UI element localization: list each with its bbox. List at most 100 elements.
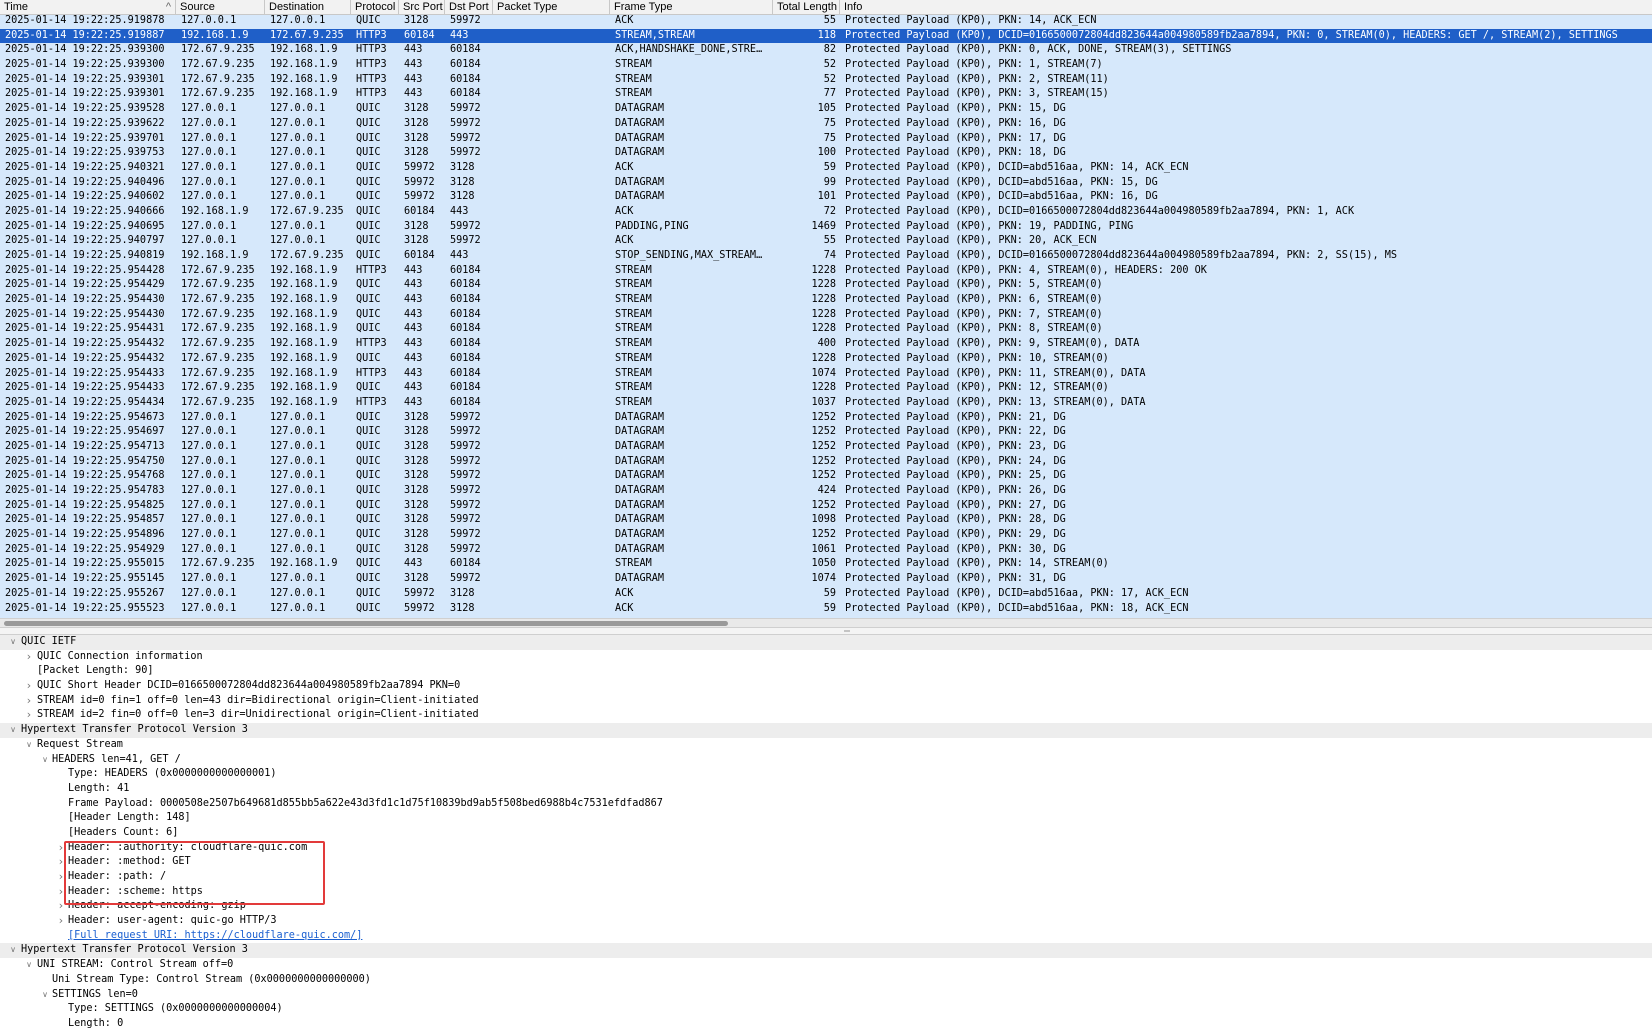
column-header-source[interactable]: Source: [176, 0, 265, 14]
packet-row[interactable]: 2025-01-14 19:22:25.954825 127.0.0.1 127.0…: [0, 499, 1652, 514]
details-section[interactable]: ∨ Hypertext Transfer Protocol Version 3: [0, 943, 1652, 959]
details-line[interactable]: Type: HEADERS (0x0000000000000001): [0, 767, 1652, 782]
packet-row[interactable]: 2025-01-14 19:22:25.954857 127.0.0.1 127.0…: [0, 513, 1652, 528]
packet-row[interactable]: 2025-01-14 19:22:25.955267 127.0.0.1 127.0…: [0, 587, 1652, 602]
column-header-packet-type[interactable]: Packet Type: [493, 0, 610, 14]
column-header-time[interactable]: Time ^: [0, 0, 176, 14]
details-line[interactable]: Uni Stream Type: Control Stream (0x00000…: [0, 973, 1652, 988]
details-line[interactable]: ∨ HEADERS len=41, GET /: [0, 753, 1652, 768]
expand-chevron-icon[interactable]: ∨: [8, 943, 18, 958]
expand-chevron-icon[interactable]: ∨: [8, 635, 18, 650]
packet-row[interactable]: 2025-01-14 19:22:25.955145 127.0.0.1 127.0…: [0, 572, 1652, 587]
packet-row[interactable]: 2025-01-14 19:22:25.954713 127.0.0.1 127.0…: [0, 440, 1652, 455]
details-line[interactable]: Type: SETTINGS (0x0000000000000004): [0, 1002, 1652, 1017]
details-line[interactable]: [Packet Length: 90]: [0, 664, 1652, 679]
scrollbar-thumb[interactable]: [4, 621, 728, 626]
packet-row[interactable]: 2025-01-14 19:22:25.955523 127.0.0.1 127.0…: [0, 602, 1652, 617]
packet-row[interactable]: 2025-01-14 19:22:25.939301 172.67.9.235 19…: [0, 87, 1652, 102]
packet-row[interactable]: 2025-01-14 19:22:25.955015 172.67.9.235 19…: [0, 557, 1652, 572]
packet-row[interactable]: 2025-01-14 19:22:25.954434 172.67.9.235 19…: [0, 396, 1652, 411]
column-header-info[interactable]: Info: [840, 0, 1652, 14]
column-header-src-port[interactable]: Src Port: [399, 0, 445, 14]
details-line[interactable]: › Header: :method: GET: [0, 855, 1652, 870]
details-line[interactable]: [Header Length: 148]: [0, 811, 1652, 826]
details-line[interactable]: › Header: user-agent: quic-go HTTP/3: [0, 914, 1652, 929]
collapse-chevron-icon[interactable]: ›: [24, 708, 34, 723]
packet-row[interactable]: 2025-01-14 19:22:25.954433 172.67.9.235 19…: [0, 367, 1652, 382]
column-header-destination[interactable]: Destination: [265, 0, 351, 14]
packet-row[interactable]: 2025-01-14 19:22:25.939753 127.0.0.1 127.0…: [0, 146, 1652, 161]
packet-row[interactable]: 2025-01-14 19:22:25.954432 172.67.9.235 19…: [0, 352, 1652, 367]
packet-row[interactable]: 2025-01-14 19:22:25.940695 127.0.0.1 127.0…: [0, 220, 1652, 235]
details-line[interactable]: › Header: :scheme: https: [0, 885, 1652, 900]
packet-row[interactable]: 2025-01-14 19:22:25.954428 172.67.9.235 19…: [0, 264, 1652, 279]
column-header-dst-port[interactable]: Dst Port: [445, 0, 493, 14]
expand-chevron-icon[interactable]: ∨: [8, 723, 18, 738]
packet-list-horizontal-scrollbar[interactable]: [0, 618, 1652, 627]
packet-row[interactable]: 2025-01-14 19:22:25.954929 127.0.0.1 127.0…: [0, 543, 1652, 558]
details-line[interactable]: Length: 41: [0, 782, 1652, 797]
packet-row[interactable]: 2025-01-14 19:22:25.954783 127.0.0.1 127.0…: [0, 484, 1652, 499]
packet-row[interactable]: 2025-01-14 19:22:25.954768 127.0.0.1 127.0…: [0, 469, 1652, 484]
packet-row[interactable]: 2025-01-14 19:22:25.954431 172.67.9.235 19…: [0, 322, 1652, 337]
packet-row[interactable]: 2025-01-14 19:22:25.940819 192.168.1.9 172…: [0, 249, 1652, 264]
details-line[interactable]: ∨ UNI STREAM: Control Stream off=0: [0, 958, 1652, 973]
packet-row[interactable]: 2025-01-14 19:22:25.940321 127.0.0.1 127.0…: [0, 161, 1652, 176]
packet-row[interactable]: 2025-01-14 19:22:25.954697 127.0.0.1 127.0…: [0, 425, 1652, 440]
details-line[interactable]: Length: 0: [0, 1017, 1652, 1032]
packet-row[interactable]: 2025-01-14 19:22:25.954896 127.0.0.1 127.0…: [0, 528, 1652, 543]
details-line[interactable]: › STREAM id=0 fin=1 off=0 len=43 dir=Bidi…: [0, 694, 1652, 709]
packet-row[interactable]: 2025-01-14 19:22:25.954750 127.0.0.1 127.0…: [0, 455, 1652, 470]
details-line[interactable]: ∨ Request Stream: [0, 738, 1652, 753]
packet-row[interactable]: 2025-01-14 19:22:25.954430 172.67.9.235 19…: [0, 308, 1652, 323]
packet-row-selected[interactable]: 2025-01-14 19:22:25.919887 192.168.1.9 172…: [0, 28, 1652, 44]
details-line[interactable]: ∨ SETTINGS len=0: [0, 988, 1652, 1003]
expand-chevron-icon[interactable]: ∨: [24, 958, 34, 973]
packet-row[interactable]: 2025-01-14 19:22:25.919878 127.0.0.1 127.0…: [0, 14, 1652, 29]
collapse-chevron-icon[interactable]: ›: [24, 650, 34, 665]
collapse-chevron-icon[interactable]: ›: [24, 679, 34, 694]
expand-chevron-icon[interactable]: ∨: [40, 753, 50, 768]
packet-row[interactable]: 2025-01-14 19:22:25.940602 127.0.0.1 127.0…: [0, 190, 1652, 205]
full-request-uri-link[interactable]: [Full request URI: https://cloudflare-qu…: [68, 929, 362, 944]
details-line[interactable]: › QUIC Connection information: [0, 650, 1652, 665]
details-section[interactable]: ∨ Hypertext Transfer Protocol Version 3: [0, 723, 1652, 738]
packet-row[interactable]: 2025-01-14 19:22:25.940666 192.168.1.9 172…: [0, 205, 1652, 220]
packet-row[interactable]: 2025-01-14 19:22:25.954432 172.67.9.235 19…: [0, 337, 1652, 352]
collapse-chevron-icon[interactable]: ›: [56, 914, 66, 929]
pane-splitter[interactable]: [0, 627, 1652, 635]
expand-chevron-icon[interactable]: ∨: [40, 988, 50, 1003]
collapse-chevron-icon[interactable]: ›: [56, 841, 66, 856]
packet-row[interactable]: 2025-01-14 19:22:25.954429 172.67.9.235 19…: [0, 278, 1652, 293]
packet-row[interactable]: 2025-01-14 19:22:25.939528 127.0.0.1 127.0…: [0, 102, 1652, 117]
collapse-chevron-icon[interactable]: ›: [56, 899, 66, 914]
collapse-chevron-icon[interactable]: ›: [24, 694, 34, 709]
details-line[interactable]: › Header: :authority: cloudflare-quic.com: [0, 841, 1652, 856]
packet-row[interactable]: 2025-01-14 19:22:25.954433 172.67.9.235 19…: [0, 381, 1652, 396]
packet-row[interactable]: 2025-01-14 19:22:25.940797 127.0.0.1 127.0…: [0, 234, 1652, 249]
details-line[interactable]: › Header: :path: /: [0, 870, 1652, 885]
details-line[interactable]: [Headers Count: 6]: [0, 826, 1652, 841]
details-line[interactable]: › Header: accept-encoding: gzip: [0, 899, 1652, 914]
collapse-chevron-icon[interactable]: ›: [56, 855, 66, 870]
packet-row[interactable]: 2025-01-14 19:22:25.939622 127.0.0.1 127.0…: [0, 117, 1652, 132]
details-line[interactable]: › STREAM id=2 fin=0 off=0 len=3 dir=Unidi…: [0, 708, 1652, 723]
packet-row[interactable]: 2025-01-14 19:22:25.939300 172.67.9.235 19…: [0, 43, 1652, 58]
packet-row[interactable]: 2025-01-14 19:22:25.939301 172.67.9.235 19…: [0, 73, 1652, 88]
column-header-frame-type[interactable]: Frame Type: [610, 0, 773, 14]
cell-packet-type: [493, 117, 610, 132]
details-section[interactable]: ∨ QUIC IETF: [0, 635, 1652, 650]
details-line[interactable]: [Full request URI: https://cloudflare-qu…: [0, 929, 1652, 944]
collapse-chevron-icon[interactable]: ›: [56, 870, 66, 885]
packet-row[interactable]: 2025-01-14 19:22:25.954673 127.0.0.1 127.0…: [0, 411, 1652, 426]
expand-chevron-icon[interactable]: ∨: [24, 738, 34, 753]
packet-row[interactable]: 2025-01-14 19:22:25.939701 127.0.0.1 127.0…: [0, 132, 1652, 147]
packet-row[interactable]: 2025-01-14 19:22:25.939300 172.67.9.235 19…: [0, 58, 1652, 73]
packet-row[interactable]: 2025-01-14 19:22:25.954430 172.67.9.235 19…: [0, 293, 1652, 308]
details-line[interactable]: › QUIC Short Header DCID=0166500072804dd8…: [0, 679, 1652, 694]
column-header-total-length[interactable]: Total Length: [773, 0, 840, 14]
details-line[interactable]: Frame Payload: 0000508e2507b649681d855bb…: [0, 797, 1652, 812]
packet-row[interactable]: 2025-01-14 19:22:25.940496 127.0.0.1 127.0…: [0, 176, 1652, 191]
column-header-protocol[interactable]: Protocol: [351, 0, 399, 14]
collapse-chevron-icon[interactable]: ›: [56, 885, 66, 900]
